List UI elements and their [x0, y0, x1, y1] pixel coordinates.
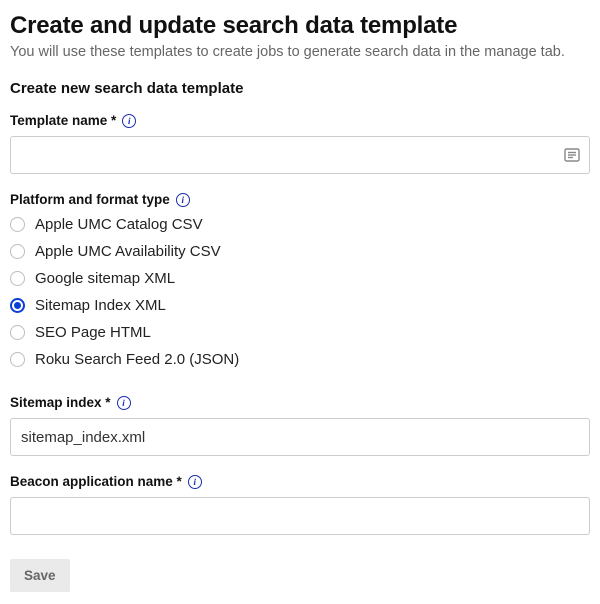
platform-format-label: Platform and format type i	[10, 192, 590, 207]
page-title: Create and update search data template	[10, 12, 590, 40]
info-icon[interactable]: i	[117, 396, 131, 410]
platform-format-label-text: Platform and format type	[10, 192, 170, 207]
platform-format-option[interactable]: Apple UMC Availability CSV	[10, 238, 590, 265]
radio-button-icon	[10, 271, 25, 286]
radio-button-icon	[10, 244, 25, 259]
sitemap-index-label-text: Sitemap index *	[10, 395, 111, 410]
radio-button-icon	[10, 325, 25, 340]
platform-format-option[interactable]: Sitemap Index XML	[10, 292, 590, 319]
platform-format-radio-group: Apple UMC Catalog CSV Apple UMC Availabil…	[10, 211, 590, 373]
radio-option-label: Google sitemap XML	[35, 270, 175, 287]
radio-option-label: SEO Page HTML	[35, 324, 151, 341]
template-name-input[interactable]	[10, 136, 590, 174]
sitemap-index-input[interactable]	[10, 418, 590, 456]
sitemap-index-label: Sitemap index * i	[10, 395, 590, 410]
form-helper-icon[interactable]	[564, 147, 580, 163]
platform-format-option[interactable]: SEO Page HTML	[10, 319, 590, 346]
save-button[interactable]: Save	[10, 559, 70, 592]
beacon-app-name-label-text: Beacon application name *	[10, 474, 182, 489]
radio-option-label: Roku Search Feed 2.0 (JSON)	[35, 351, 239, 368]
info-icon[interactable]: i	[176, 193, 190, 207]
page-subtitle: You will use these templates to create j…	[10, 44, 590, 60]
radio-button-icon	[10, 217, 25, 232]
section-heading: Create new search data template	[10, 80, 590, 97]
platform-format-option[interactable]: Google sitemap XML	[10, 265, 590, 292]
radio-option-label: Apple UMC Availability CSV	[35, 243, 221, 260]
radio-button-icon	[10, 352, 25, 367]
platform-format-option[interactable]: Roku Search Feed 2.0 (JSON)	[10, 346, 590, 373]
radio-option-label: Apple UMC Catalog CSV	[35, 216, 203, 233]
beacon-app-name-label: Beacon application name * i	[10, 474, 590, 489]
template-name-label-text: Template name *	[10, 113, 116, 128]
info-icon[interactable]: i	[188, 475, 202, 489]
beacon-app-name-input[interactable]	[10, 497, 590, 535]
radio-option-label: Sitemap Index XML	[35, 297, 166, 314]
radio-button-icon	[10, 298, 25, 313]
platform-format-option[interactable]: Apple UMC Catalog CSV	[10, 211, 590, 238]
info-icon[interactable]: i	[122, 114, 136, 128]
template-name-label: Template name * i	[10, 113, 590, 128]
